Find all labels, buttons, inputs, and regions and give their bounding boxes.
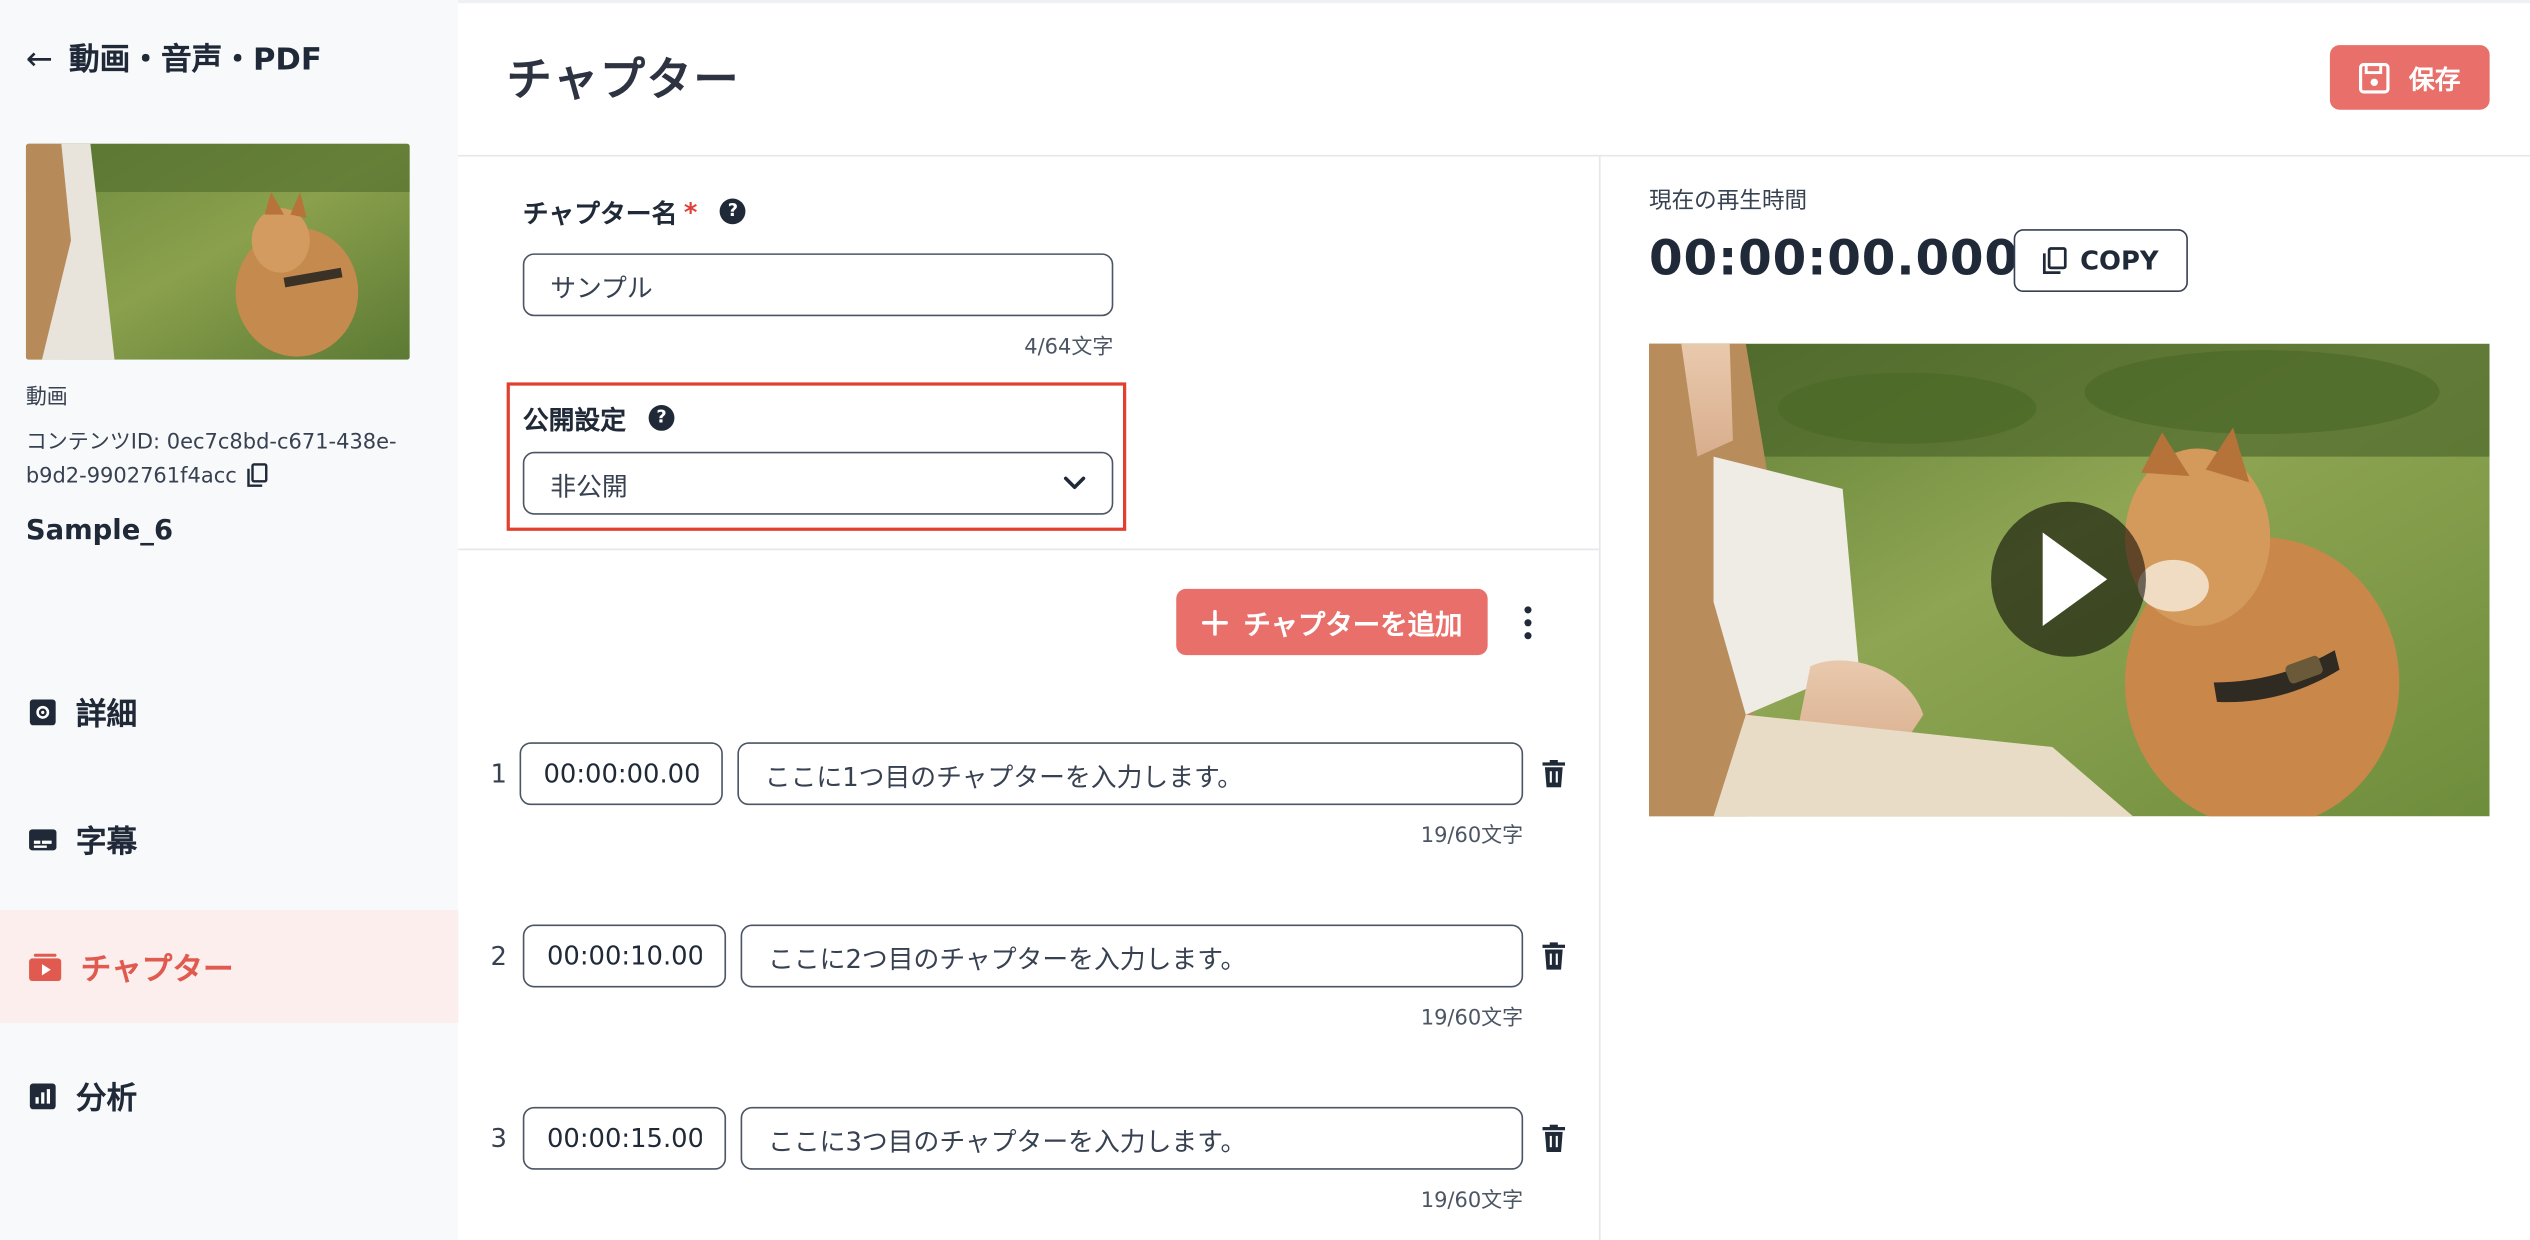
chapter-name-label: チャプター名 *? <box>523 192 746 231</box>
save-label: 保存 <box>2408 64 2461 96</box>
nav-label: 詳細 <box>75 696 138 732</box>
trash-icon[interactable] <box>1542 759 1566 788</box>
chapter-text-count: 19/60文字 <box>1420 824 1524 849</box>
chapter-number: 2 <box>490 940 507 972</box>
publish-setting-select[interactable]: 非公開 <box>522 451 1114 515</box>
add-chapter-label: チャプターを追加 <box>1243 609 1463 643</box>
nav-item-chapters[interactable]: チャプター <box>0 910 459 1023</box>
copy-icon <box>2043 247 2067 275</box>
chapter-text-input[interactable] <box>740 924 1524 988</box>
copy-time-button[interactable]: COPY <box>2013 229 2188 293</box>
chapter-number: 1 <box>490 758 507 790</box>
back-title: 動画・音声・PDF <box>69 41 322 78</box>
content-id: コンテンツID: 0ec7c8bd-c671-438e-b9d2-9902761… <box>26 426 429 494</box>
arrow-left-icon: ← <box>25 37 53 77</box>
divider <box>458 548 1601 551</box>
nav-label: チャプター <box>80 951 234 987</box>
chapter-text-count: 19/60文字 <box>1420 1006 1524 1032</box>
more-vertical-icon[interactable] <box>1517 602 1540 644</box>
page-header: チャプター 保存 <box>458 0 2530 157</box>
sidebar: ← 動画・音声・PDF 動画 コンテンツID: 0ec7c8bd-c671-43… <box>0 0 459 1240</box>
video-thumbnail <box>25 143 410 360</box>
help-icon[interactable]: ? <box>719 198 746 225</box>
content-id-text: コンテンツID: 0ec7c8bd-c671-438e-b9d2-9902761… <box>25 430 397 489</box>
subtitles-icon <box>29 828 57 850</box>
trash-icon[interactable] <box>1542 942 1566 970</box>
chapter-name-input[interactable] <box>522 253 1114 317</box>
content-title: Sample_6 <box>25 514 174 547</box>
current-time-label: 現在の再生時間 <box>1648 188 1808 215</box>
nav-label: 分析 <box>75 1080 138 1116</box>
chapter-time-input[interactable] <box>519 742 723 806</box>
chapter-icon <box>29 952 62 981</box>
chapter-text-input[interactable] <box>740 1106 1524 1170</box>
chapter-form: チャプター名*? 4/64文字 公開設定? 非公開 チャプターを追加 1 19/… <box>458 156 1601 1240</box>
chapter-number: 3 <box>490 1122 507 1154</box>
publish-setting-value: 非公開 <box>550 470 628 501</box>
analytics-icon <box>29 1082 56 1109</box>
trash-icon[interactable] <box>1542 1124 1566 1153</box>
copy-label: COPY <box>2080 245 2159 276</box>
chapter-time-input[interactable] <box>522 924 727 988</box>
nav-label: 字幕 <box>75 823 138 860</box>
chapter-name-label-text: チャプター名 <box>522 198 678 230</box>
copy-icon[interactable] <box>246 463 268 487</box>
chevron-down-icon <box>1063 476 1086 490</box>
nav-item-subtitles[interactable]: 字幕 <box>0 783 458 896</box>
plus-icon <box>1201 609 1228 635</box>
app-root: ← 動画・音声・PDF 動画 コンテンツID: 0ec7c8bd-c671-43… <box>0 0 2530 1240</box>
gear-icon <box>29 698 56 725</box>
chapter-row: 2 19/60文字 <box>458 924 1600 1054</box>
chapter-time-input[interactable] <box>522 1106 727 1170</box>
back-link[interactable]: ← 動画・音声・PDF <box>26 35 322 79</box>
chapter-text-input[interactable] <box>737 742 1524 806</box>
player-panel: 現在の再生時間 00:00:00.000 COPY <box>1601 157 2530 1240</box>
publish-setting-label-text: 公開設定 <box>522 404 627 436</box>
add-chapter-button[interactable]: チャプターを追加 <box>1176 588 1488 656</box>
nav-item-analytics[interactable]: 分析 <box>0 1039 458 1152</box>
chapter-text-count: 19/60文字 <box>1420 1189 1524 1214</box>
video-player[interactable] <box>1648 343 2490 817</box>
page-title: チャプター <box>506 53 741 107</box>
save-button[interactable]: 保存 <box>2329 45 2490 110</box>
chapter-row: 1 19/60文字 <box>458 742 1600 871</box>
current-time-value: 00:00:00.000 <box>1648 230 2019 288</box>
chapter-row: 3 19/60文字 <box>458 1106 1600 1236</box>
save-icon <box>2358 62 2390 93</box>
chapter-name-count: 4/64文字 <box>1024 335 1114 360</box>
help-icon[interactable]: ? <box>648 404 675 431</box>
content-type: 動画 <box>25 385 68 410</box>
publish-setting-label: 公開設定? <box>523 399 675 438</box>
nav-item-details[interactable]: 詳細 <box>0 655 458 768</box>
required-mark: * <box>683 196 698 227</box>
